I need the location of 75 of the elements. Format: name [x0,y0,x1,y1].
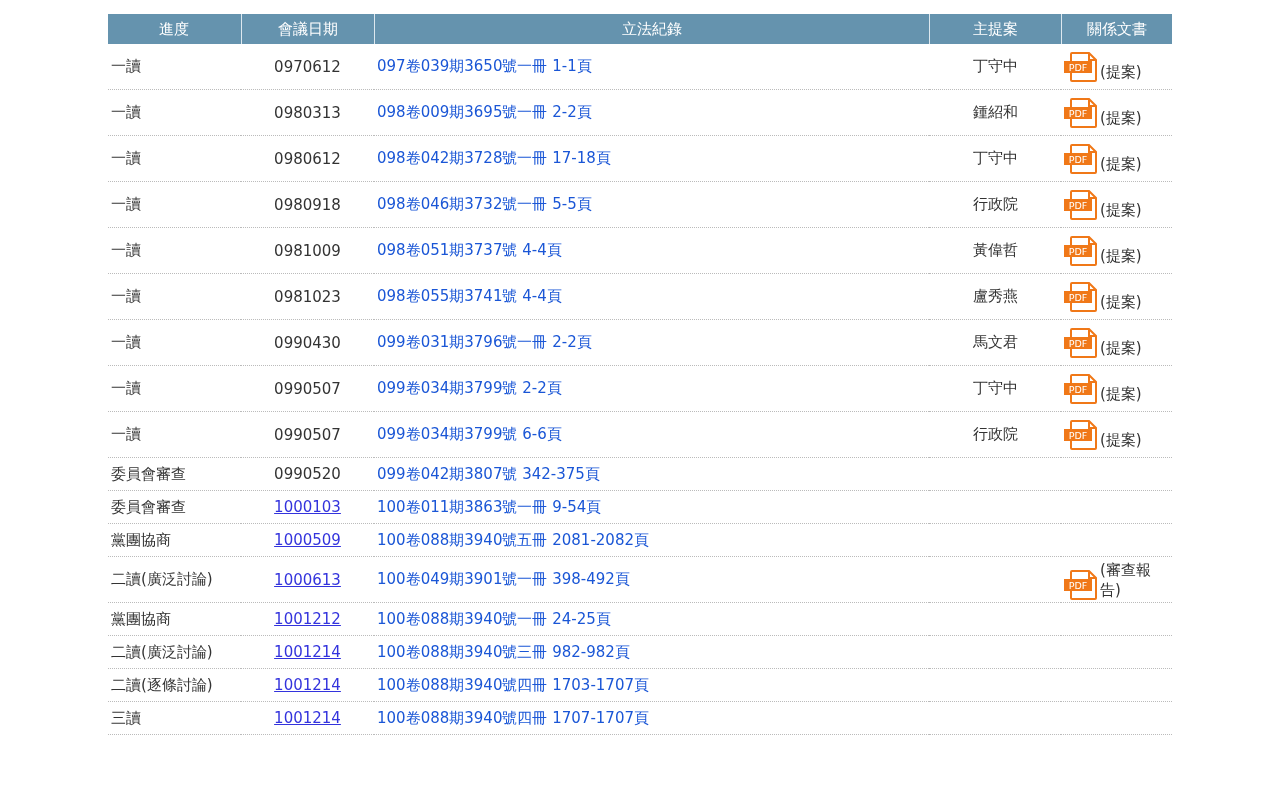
column-header: 主提案 [929,14,1061,44]
date-link[interactable]: 1000103 [274,498,341,516]
date-link[interactable]: 1001212 [274,610,341,628]
date-text: 0980313 [274,103,341,122]
document-label: (提案) [1100,153,1143,174]
document-label: (提案) [1100,383,1143,404]
column-header: 進度 [108,14,241,44]
table-cell: 一讀 [108,273,241,320]
table-cell: 二讀(逐條討論) [108,668,241,702]
table-cell: 委員會審查 [108,490,241,524]
table-cell: 一讀 [108,411,241,458]
table-cell: 黨團協商 [108,523,241,557]
table-cell: 一讀 [108,181,241,228]
table-cell: 委員會審查 [108,457,241,491]
table-cell: 丁守中 [929,44,1061,90]
document-label: (提案) [1100,337,1143,358]
record-link[interactable]: 098卷051期3737號 4-4頁 [377,241,562,259]
record-link[interactable]: 098卷046期3732號一冊 5-5頁 [377,195,592,213]
date-text: 0980612 [274,149,341,168]
date-link[interactable]: 1001214 [274,709,341,727]
table-cell: 行政院 [929,181,1061,228]
date-text: 0981009 [274,241,341,260]
record-link[interactable]: 100卷088期3940號四冊 1703-1707頁 [377,675,649,694]
table-cell: 一讀 [108,365,241,412]
document-label: (提案) [1100,245,1143,266]
date-text: 0981023 [274,287,341,306]
table-cell: 一讀 [108,135,241,182]
document-label: (提案) [1100,61,1143,82]
table-cell: 丁守中 [929,135,1061,182]
date-text: 0990507 [274,379,341,398]
document-label: (審查報告) [1100,559,1152,600]
table-cell: 一讀 [108,44,241,90]
document-label: (提案) [1100,199,1143,220]
record-link[interactable]: 099卷034期3799號 6-6頁 [377,425,562,443]
record-link[interactable]: 100卷049期3901號一冊 398-492頁 [377,570,630,588]
table-cell: 鍾紹和 [929,89,1061,136]
date-link[interactable]: 1000509 [274,531,341,549]
date-text: 0980918 [274,195,341,214]
date-link[interactable]: 1001214 [274,676,341,694]
table-cell: 丁守中 [929,365,1061,412]
record-link[interactable]: 098卷055期3741號 4-4頁 [377,287,562,305]
table-cell: 馬文君 [929,319,1061,366]
document-label: (提案) [1100,107,1143,128]
column-header: 關係文書 [1061,14,1172,44]
document-label: (提案) [1100,291,1143,312]
table-cell: 一讀 [108,319,241,366]
date-link[interactable]: 1001214 [274,643,341,661]
date-text: 0990430 [274,333,341,352]
record-link[interactable]: 097卷039期3650號一冊 1-1頁 [377,57,592,75]
table-cell: 黨團協商 [108,602,241,636]
table-cell: 三讀 [108,701,241,735]
table-cell: 黃偉哲 [929,227,1061,274]
record-link[interactable]: 099卷042期3807號 342-375頁 [377,464,600,483]
table-cell: 二讀(廣泛討論) [108,556,241,603]
record-link[interactable]: 100卷011期3863號一冊 9-54頁 [377,497,602,516]
document-label: (提案) [1100,429,1143,450]
record-link[interactable]: 100卷088期3940號三冊 982-982頁 [377,642,630,661]
record-link[interactable]: 098卷042期3728號一冊 17-18頁 [377,149,611,167]
column-header: 會議日期 [241,14,374,44]
column-header: 立法紀錄 [374,14,929,44]
date-text: 0970612 [274,57,341,76]
record-link[interactable]: 100卷088期3940號一冊 24-25頁 [377,609,611,628]
date-link[interactable]: 1000613 [274,570,341,589]
table-cell: 一讀 [108,227,241,274]
record-link[interactable]: 100卷088期3940號四冊 1707-1707頁 [377,708,649,727]
record-link[interactable]: 098卷009期3695號一冊 2-2頁 [377,103,592,121]
record-link[interactable]: 099卷031期3796號一冊 2-2頁 [377,333,592,351]
table-cell: 一讀 [108,89,241,136]
table-cell: 二讀(廣泛討論) [108,635,241,669]
record-link[interactable]: 099卷034期3799號 2-2頁 [377,379,562,397]
date-text: 0990520 [274,465,341,483]
table-cell: 盧秀燕 [929,273,1061,320]
record-link[interactable]: 100卷088期3940號五冊 2081-2082頁 [377,530,649,549]
date-text: 0990507 [274,425,341,444]
table-cell: 行政院 [929,411,1061,458]
